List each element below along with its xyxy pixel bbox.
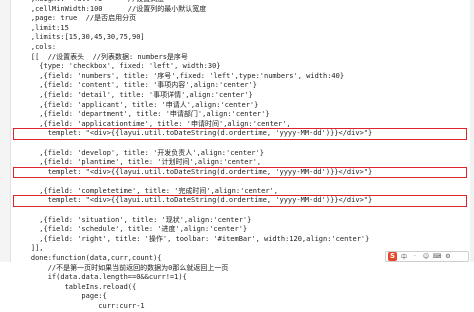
- ime-emoji-icon[interactable]: ☺: [422, 253, 430, 261]
- code-line: ,{field: 'numbers', title: '序号',fixed: '…: [14, 71, 345, 80]
- code-line: ,cellMinWidth:100 //设置列的最小默认宽度: [14, 4, 207, 13]
- code-line: ,{field: 'situation', title: '现状',align:…: [14, 215, 252, 224]
- code-line: ,{field: 'schedule', title: '进度',align:'…: [14, 225, 248, 234]
- code-line: ,limit:15: [14, 23, 69, 32]
- code-line: tableIns.reload({: [14, 282, 137, 291]
- ime-keyboard-icon[interactable]: ⌨: [433, 253, 442, 261]
- code-line: ,{field: 'applicationtime', title: '申请时间…: [14, 119, 291, 128]
- code-line: ,{field: 'develop', title: '开发负责人',align…: [14, 148, 264, 157]
- code-line: ,cols:: [14, 42, 57, 51]
- ime-punctuation-toggle[interactable]: ·: [411, 253, 419, 261]
- vertical-scrollbar[interactable]: [470, 0, 474, 262]
- highlighted-code-line: templet: "<div>{{layui.util.toDateString…: [13, 166, 467, 179]
- code-line: ,page: true //是否启用分页: [14, 14, 137, 23]
- code-line: {type: 'checkbox', fixed: 'left', width:…: [14, 62, 221, 71]
- ime-logo-icon[interactable]: S: [388, 252, 397, 261]
- code-line: ,{field: 'completetime', title: '完成时间',a…: [14, 186, 279, 195]
- code-area[interactable]: ,height: 'full-75' //设置高度 ,cellMinWidth:…: [13, 0, 467, 312]
- ime-toolbar[interactable]: S 中 · ☺ ⌨ ⚙: [385, 251, 469, 262]
- highlighted-code-line: templet: "<div>{{layui.util.toDateString…: [13, 195, 467, 208]
- code-line: //不是第一页时如果当前返回的数据为0那么就返回上一页: [14, 263, 229, 272]
- code-line: ,{field: 'content', title: '事项内容',align:…: [14, 81, 257, 90]
- code-line: [[ //设置表头 //列表数据: numbers是序号: [14, 52, 188, 61]
- code-line: page:{: [14, 292, 107, 301]
- editor-gutter: [0, 0, 11, 262]
- code-editor[interactable]: ,height: 'full-75' //设置高度 ,cellMinWidth:…: [0, 0, 474, 310]
- code-line: curr:curr-1: [14, 302, 145, 310]
- code-line: if(data.data.length==0&&curr!=1){: [14, 273, 187, 282]
- highlighted-code-line: templet: "<div>{{layui.util.toDateString…: [13, 128, 467, 140]
- code-line: ,{field: 'applicant', title: '申请人',align…: [14, 100, 259, 109]
- code-line: ,{field: 'department', title: '申请部门',ali…: [14, 110, 270, 119]
- ime-language-toggle[interactable]: 中: [400, 253, 408, 261]
- code-line: ,{field: 'detail', title: '事项详情',align:'…: [14, 90, 253, 99]
- ime-settings-icon[interactable]: ⚙: [444, 253, 452, 261]
- code-line: ,{field: 'right', title: '操作', toolbar: …: [14, 234, 370, 243]
- code-line: ,{field: 'plantime', title: '计划时间',align…: [14, 158, 262, 167]
- code-line: ,limits:[15,30,45,30,75,90]: [14, 33, 145, 42]
